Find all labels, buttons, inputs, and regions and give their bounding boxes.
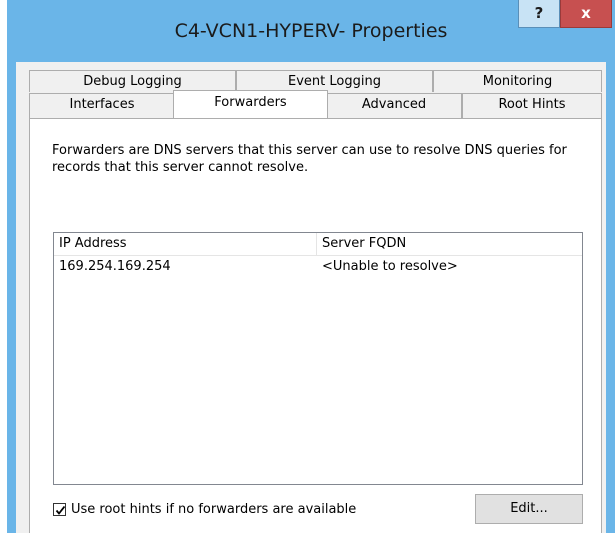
tab-event-logging[interactable]: Event Logging	[236, 70, 433, 92]
forwarders-panel: Forwarders are DNS servers that this ser…	[29, 118, 602, 533]
tab-forwarders[interactable]: Forwarders	[173, 90, 328, 118]
use-root-hints-label[interactable]: Use root hints if no forwarders are avai…	[71, 502, 356, 517]
tab-advanced[interactable]: Advanced	[326, 93, 462, 119]
checkmark-icon	[55, 505, 66, 515]
edit-button[interactable]: Edit...	[475, 494, 583, 524]
forwarders-description: Forwarders are DNS servers that this ser…	[52, 143, 567, 175]
forwarders-list[interactable]: IP Address Server FQDN 169.254.169.254 <…	[53, 232, 583, 485]
column-header-server-fqdn[interactable]: Server FQDN	[317, 233, 582, 255]
tab-interfaces[interactable]: Interfaces	[29, 93, 175, 119]
tab-debug-logging[interactable]: Debug Logging	[29, 70, 236, 92]
help-button[interactable]: ?	[518, 0, 560, 28]
tab-root-hints[interactable]: Root Hints	[462, 93, 602, 119]
forwarder-fqdn-cell: <Unable to resolve>	[322, 259, 458, 274]
use-root-hints-option[interactable]: Use root hints if no forwarders are avai…	[53, 499, 356, 519]
list-item[interactable]: 169.254.169.254 <Unable to resolve>	[54, 257, 582, 277]
forwarder-ip-cell: 169.254.169.254	[59, 259, 171, 274]
use-root-hints-checkbox[interactable]	[53, 502, 66, 516]
column-header-ip-address[interactable]: IP Address	[54, 233, 317, 255]
list-header: IP Address Server FQDN	[54, 233, 582, 256]
tab-monitoring[interactable]: Monitoring	[433, 70, 602, 92]
title-bar[interactable]: C4-VCN1-HYPERV- Properties ? x	[7, 0, 615, 62]
close-button[interactable]: x	[560, 0, 612, 28]
